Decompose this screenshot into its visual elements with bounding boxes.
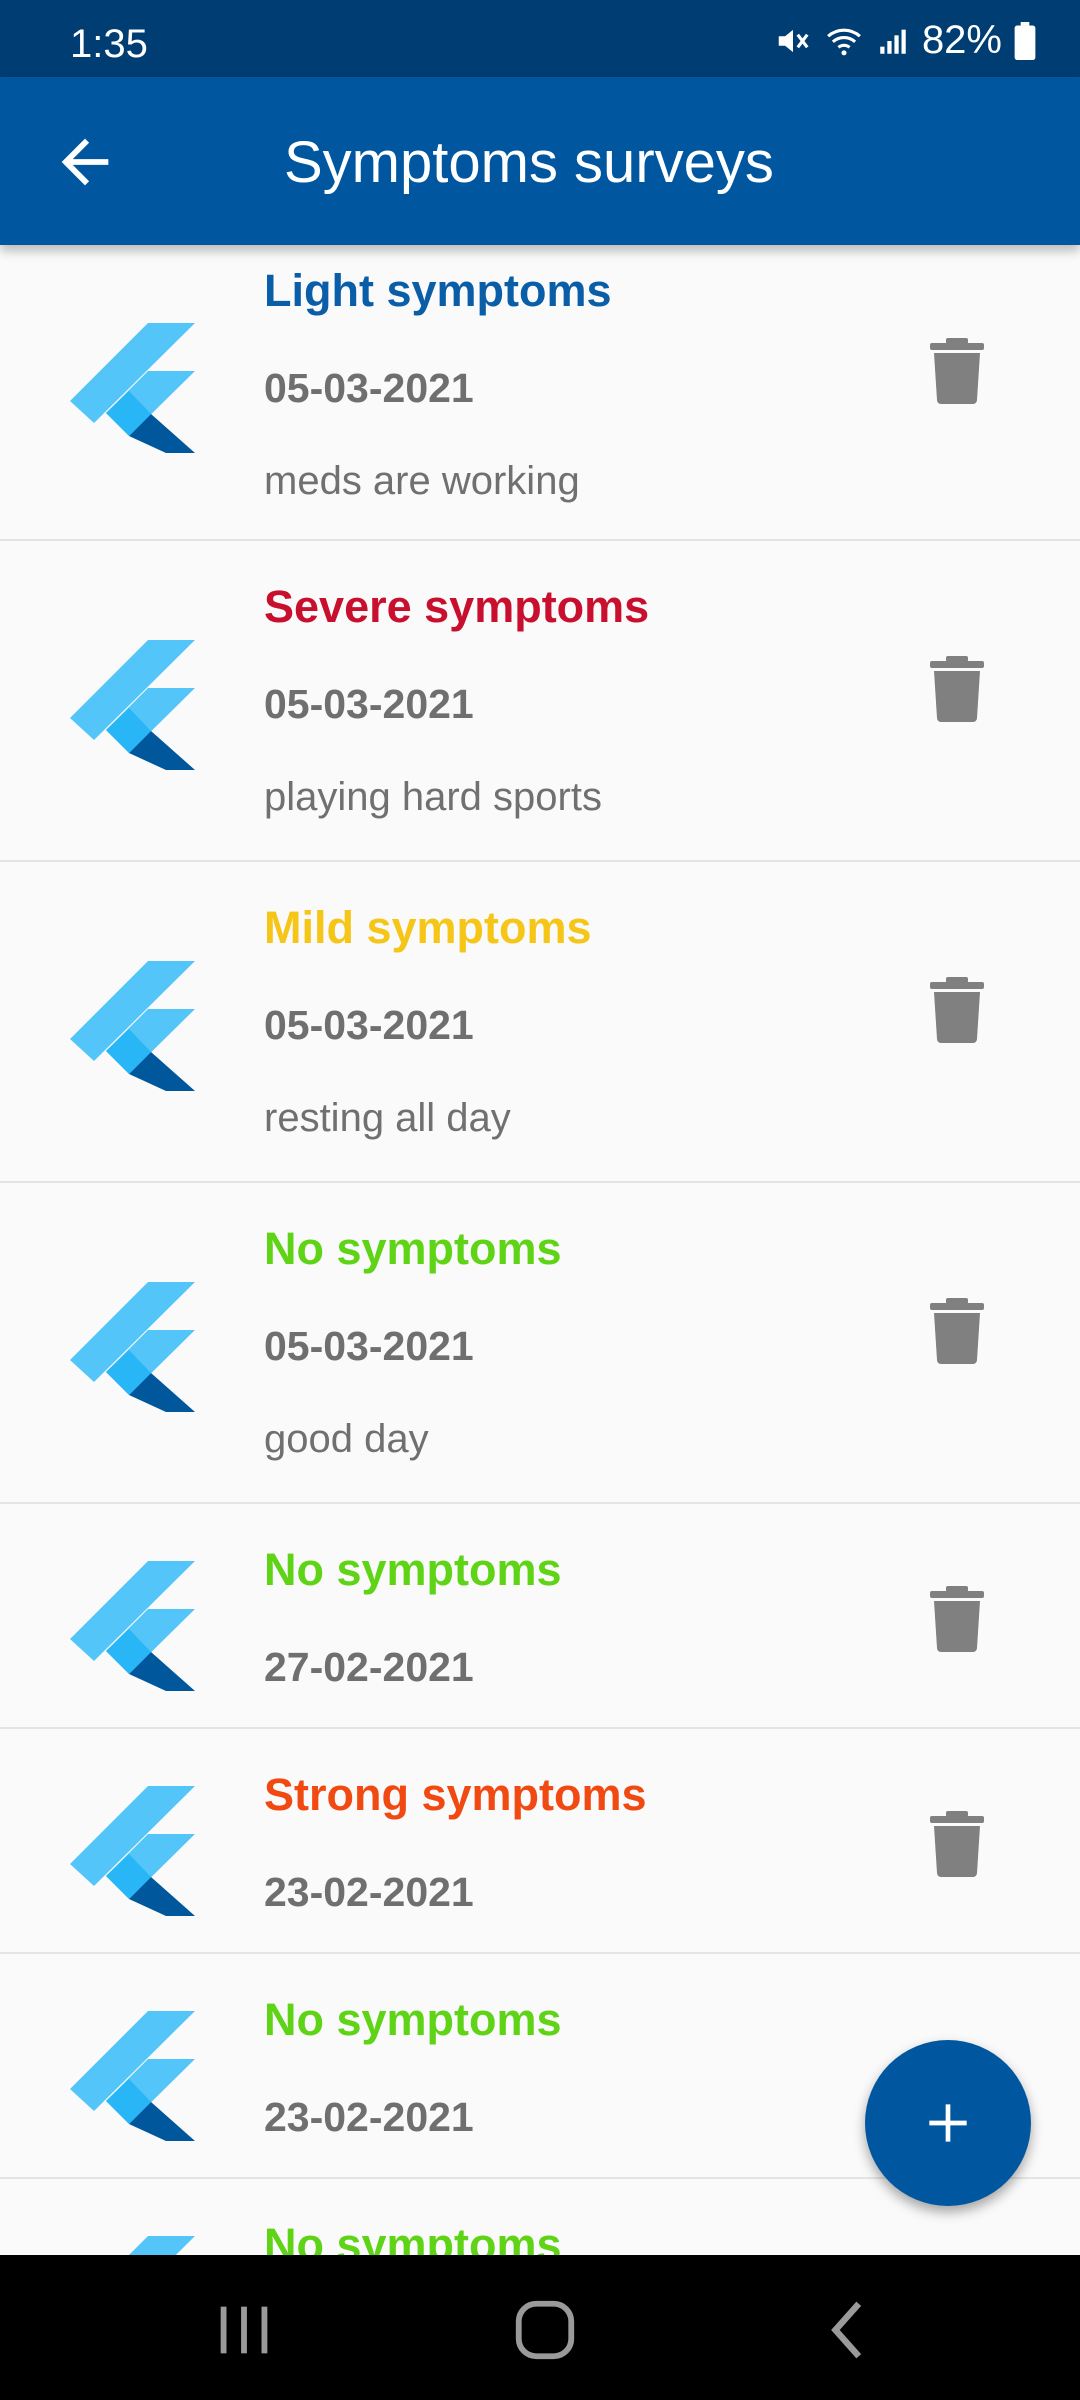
survey-date: 27-02-2021 [264,1644,474,1690]
home-icon[interactable] [510,2295,580,2365]
survey-title: Light symptoms [264,265,612,316]
survey-note: resting all day [264,1096,511,1140]
survey-list-item[interactable]: Mild symptoms 05-03-2021 resting all day [0,862,1080,1183]
status-bar: 1:35 82% [0,0,1080,77]
app-bar: Symptoms surveys [0,77,1080,245]
survey-list-item[interactable]: No symptoms 05-03-2021 good day [0,1183,1080,1504]
battery-icon [1014,21,1036,60]
flutter-logo-icon [70,1539,195,1691]
survey-title: No symptoms [264,1994,562,2045]
survey-list[interactable]: Light symptoms 05-03-2021 meds are working… [0,245,1080,2255]
battery-percent: 82% [921,18,1002,62]
survey-date: 23-02-2021 [264,1869,474,1915]
survey-list-item[interactable]: Severe symptoms 05-03-2021 playing hard sp… [0,541,1080,862]
survey-title: Mild symptoms [264,902,592,953]
delete-icon[interactable] [930,977,984,1043]
survey-note: meds are working [264,459,580,503]
survey-note: playing hard sports [264,775,602,819]
delete-icon[interactable] [930,656,984,722]
flutter-logo-icon [70,618,195,770]
survey-list-item[interactable]: Light symptoms 05-03-2021 meds are working [0,245,1080,541]
arrow-back-icon[interactable] [50,127,120,197]
flutter-logo-icon [70,1764,195,1916]
flutter-logo-icon [70,1260,195,1412]
survey-title: No symptoms [264,1223,562,1274]
flutter-logo-icon [70,1989,195,2141]
survey-date: 05-03-2021 [264,681,474,727]
survey-date: 05-03-2021 [264,1002,474,1048]
survey-title: No symptoms [264,2219,562,2255]
back-nav-icon[interactable] [815,2295,885,2365]
survey-date: 23-02-2021 [264,2094,474,2140]
flutter-logo-icon [70,301,195,453]
system-nav-bar [0,2255,1080,2400]
add-icon [929,2104,967,2142]
survey-note: good day [264,1417,429,1461]
flutter-logo-icon [70,2214,195,2255]
add-survey-button[interactable] [865,2040,1031,2206]
signal-icon [880,29,906,54]
recent-apps-icon[interactable] [209,2295,279,2365]
mute-icon [778,29,809,52]
survey-list-item[interactable]: No symptoms 27-02-2021 [0,1504,1080,1729]
survey-title: Severe symptoms [264,581,650,632]
delete-icon[interactable] [930,1298,984,1364]
survey-date: 05-03-2021 [264,1323,474,1369]
delete-icon[interactable] [930,1586,984,1652]
survey-title: No symptoms [264,1544,562,1595]
delete-icon[interactable] [930,1811,984,1877]
status-time: 1:35 [70,22,148,66]
page-title: Symptoms surveys [284,130,774,195]
delete-icon[interactable] [930,338,984,404]
status-icons: 82% [774,18,1036,63]
survey-date: 05-03-2021 [264,365,474,411]
survey-title: Strong symptoms [264,1769,647,1820]
wifi-icon [827,28,861,55]
survey-list-item[interactable]: Strong symptoms 23-02-2021 [0,1729,1080,1954]
flutter-logo-icon [70,939,195,1091]
